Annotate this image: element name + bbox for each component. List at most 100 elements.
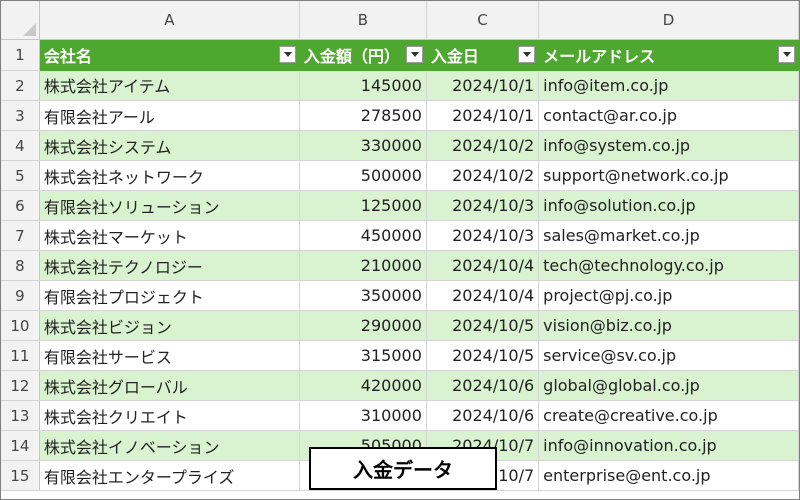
filter-dropdown-icon[interactable] bbox=[778, 46, 795, 63]
sheet-label: 入金データ bbox=[309, 447, 497, 490]
cell-date[interactable]: 2024/10/2 bbox=[426, 130, 540, 161]
table-row: 5 株式会社ネットワーク 500000 2024/10/2 support@networ… bbox=[1, 160, 799, 191]
cell-email[interactable]: project@pj.co.jp bbox=[538, 280, 799, 311]
row-number[interactable]: 3 bbox=[1, 100, 40, 131]
cell-amount[interactable]: 278500 bbox=[299, 100, 427, 131]
column-header-c[interactable]: C bbox=[426, 1, 540, 40]
row-number[interactable]: 1 bbox=[1, 39, 40, 71]
cell-date[interactable]: 2024/10/1 bbox=[426, 70, 540, 101]
cell-amount[interactable]: 145000 bbox=[299, 70, 427, 101]
cell-email[interactable]: service@sv.co.jp bbox=[538, 340, 799, 371]
row-number[interactable]: 15 bbox=[1, 460, 40, 491]
cell-amount[interactable]: 125000 bbox=[299, 190, 427, 221]
column-header-a[interactable]: A bbox=[39, 1, 300, 40]
cell-company[interactable]: 株式会社マーケット bbox=[39, 220, 300, 251]
cell-company[interactable]: 株式会社アイテム bbox=[39, 70, 300, 101]
cell-amount[interactable]: 330000 bbox=[299, 130, 427, 161]
table-row: 11 有限会社サービス 315000 2024/10/5 service@sv.co.j… bbox=[1, 340, 799, 371]
header-email-label: メールアドレス bbox=[543, 47, 656, 67]
row-number[interactable]: 9 bbox=[1, 280, 40, 311]
cell-amount[interactable]: 310000 bbox=[299, 400, 427, 431]
cell-email[interactable]: tech@technology.co.jp bbox=[538, 250, 799, 281]
cell-email[interactable]: info@system.co.jp bbox=[538, 130, 799, 161]
row-number[interactable]: 10 bbox=[1, 310, 40, 341]
cell-amount[interactable]: 290000 bbox=[299, 310, 427, 341]
cell-email[interactable]: info@solution.co.jp bbox=[538, 190, 799, 221]
table-row: 13 株式会社クリエイト 310000 2024/10/6 create@creativ… bbox=[1, 400, 799, 431]
table-row: 12 株式会社グローバル 420000 2024/10/6 global@global.… bbox=[1, 370, 799, 401]
table-row: 4 株式会社システム 330000 2024/10/2 info@system.co.j… bbox=[1, 130, 799, 161]
cell-email[interactable]: support@network.co.jp bbox=[538, 160, 799, 191]
cell-date[interactable]: 2024/10/4 bbox=[426, 250, 540, 281]
header-company-label: 会社名 bbox=[43, 47, 92, 67]
cell-email[interactable]: vision@biz.co.jp bbox=[538, 310, 799, 341]
cell-amount[interactable]: 315000 bbox=[299, 340, 427, 371]
cell-company[interactable]: 有限会社アール bbox=[39, 100, 300, 131]
cell-date[interactable]: 2024/10/6 bbox=[426, 400, 540, 431]
column-header-d[interactable]: D bbox=[538, 1, 799, 40]
cell-amount[interactable]: 210000 bbox=[299, 250, 427, 281]
select-all-corner[interactable] bbox=[1, 1, 40, 40]
cell-email[interactable]: sales@market.co.jp bbox=[538, 220, 799, 251]
cell-amount[interactable]: 420000 bbox=[299, 370, 427, 401]
row-number[interactable]: 7 bbox=[1, 220, 40, 251]
cell-date[interactable]: 2024/10/6 bbox=[426, 370, 540, 401]
select-all-triangle-icon bbox=[22, 23, 36, 36]
cell-amount[interactable]: 450000 bbox=[299, 220, 427, 251]
cell-company[interactable]: 有限会社サービス bbox=[39, 340, 300, 371]
cell-email[interactable]: contact@ar.co.jp bbox=[538, 100, 799, 131]
cell-date[interactable]: 2024/10/3 bbox=[426, 190, 540, 221]
cell-company[interactable]: 株式会社ネットワーク bbox=[39, 160, 300, 191]
table-row: 7 株式会社マーケット 450000 2024/10/3 sales@market.co… bbox=[1, 220, 799, 251]
table-header-row: 1 会社名 入金額（円） 入金日 メールアドレス bbox=[1, 39, 799, 71]
cell-company[interactable]: 有限会社ソリューション bbox=[39, 190, 300, 221]
header-amount-label: 入金額（円） bbox=[303, 47, 400, 67]
row-number[interactable]: 6 bbox=[1, 190, 40, 221]
row-number[interactable]: 5 bbox=[1, 160, 40, 191]
header-cell-date[interactable]: 入金日 bbox=[426, 39, 540, 71]
table-row: 9 有限会社プロジェクト 350000 2024/10/4 project@pj.co.… bbox=[1, 280, 799, 311]
row-number[interactable]: 14 bbox=[1, 430, 40, 461]
row-number[interactable]: 11 bbox=[1, 340, 40, 371]
cell-company[interactable]: 株式会社クリエイト bbox=[39, 400, 300, 431]
cell-date[interactable]: 2024/10/2 bbox=[426, 160, 540, 191]
row-number[interactable]: 12 bbox=[1, 370, 40, 401]
column-header-b[interactable]: B bbox=[299, 1, 427, 40]
cell-email[interactable]: create@creative.co.jp bbox=[538, 400, 799, 431]
spreadsheet-frame: A B C D 1 会社名 入金額（円） 入金日 メールアドレス 2 株式会社アイ… bbox=[0, 0, 800, 500]
cell-company[interactable]: 株式会社イノベーション bbox=[39, 430, 300, 461]
header-cell-email[interactable]: メールアドレス bbox=[538, 39, 799, 71]
cell-date[interactable]: 2024/10/5 bbox=[426, 310, 540, 341]
cell-company[interactable]: 有限会社エンタープライズ bbox=[39, 460, 300, 491]
header-cell-amount[interactable]: 入金額（円） bbox=[299, 39, 427, 71]
cell-email[interactable]: info@item.co.jp bbox=[538, 70, 799, 101]
filter-dropdown-icon[interactable] bbox=[405, 46, 423, 63]
cell-date[interactable]: 2024/10/4 bbox=[426, 280, 540, 311]
cell-email[interactable]: enterprise@ent.co.jp bbox=[538, 460, 799, 491]
cell-company[interactable]: 有限会社プロジェクト bbox=[39, 280, 300, 311]
cell-amount[interactable]: 350000 bbox=[299, 280, 427, 311]
header-date-label: 入金日 bbox=[430, 47, 479, 67]
table-row: 6 有限会社ソリューション 125000 2024/10/3 info@solution… bbox=[1, 190, 799, 221]
filter-dropdown-icon[interactable] bbox=[278, 46, 296, 63]
cell-date[interactable]: 2024/10/1 bbox=[426, 100, 540, 131]
cell-date[interactable]: 2024/10/3 bbox=[426, 220, 540, 251]
row-number[interactable]: 2 bbox=[1, 70, 40, 101]
row-number[interactable]: 13 bbox=[1, 400, 40, 431]
table-row: 2 株式会社アイテム 145000 2024/10/1 info@item.co.jp bbox=[1, 70, 799, 101]
cell-date[interactable]: 2024/10/5 bbox=[426, 340, 540, 371]
cell-company[interactable]: 株式会社テクノロジー bbox=[39, 250, 300, 281]
cell-company[interactable]: 株式会社ビジョン bbox=[39, 310, 300, 341]
table-row: 10 株式会社ビジョン 290000 2024/10/5 vision@biz.co.j… bbox=[1, 310, 799, 341]
row-number[interactable]: 4 bbox=[1, 130, 40, 161]
filter-dropdown-icon[interactable] bbox=[518, 46, 536, 63]
header-cell-company[interactable]: 会社名 bbox=[39, 39, 300, 71]
cell-company[interactable]: 株式会社グローバル bbox=[39, 370, 300, 401]
cell-amount[interactable]: 500000 bbox=[299, 160, 427, 191]
table-row: 8 株式会社テクノロジー 210000 2024/10/4 tech@technolog… bbox=[1, 250, 799, 281]
cell-company[interactable]: 株式会社システム bbox=[39, 130, 300, 161]
cell-email[interactable]: info@innovation.co.jp bbox=[538, 430, 799, 461]
row-number[interactable]: 8 bbox=[1, 250, 40, 281]
cell-email[interactable]: global@global.co.jp bbox=[538, 370, 799, 401]
table-row: 3 有限会社アール 278500 2024/10/1 contact@ar.co.jp bbox=[1, 100, 799, 131]
